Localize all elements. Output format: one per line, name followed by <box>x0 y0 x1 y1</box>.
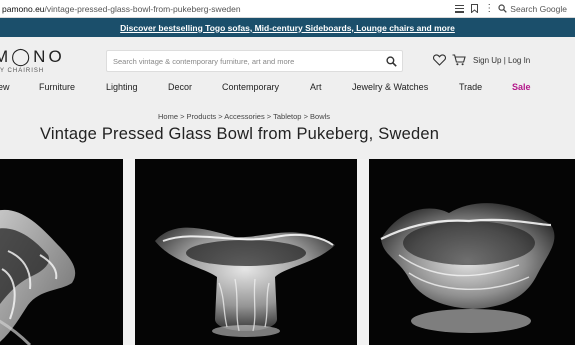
site-logo[interactable]: M◯NO <box>0 47 65 67</box>
page-title: Vintage Pressed Glass Bowl from Pukeberg… <box>40 125 440 143</box>
heart-icon[interactable] <box>433 54 446 66</box>
main-nav: ew Furniture Lighting Decor Contemporary… <box>0 77 575 99</box>
search-icon[interactable] <box>386 56 397 67</box>
product-photo-2[interactable] <box>135 159 357 345</box>
site-search <box>106 50 403 72</box>
reader-menu-icon[interactable] <box>455 4 465 13</box>
bookmark-icon[interactable] <box>471 4 479 13</box>
nav-item-sale[interactable]: Sale <box>512 82 531 92</box>
product-photo-3[interactable] <box>369 159 575 345</box>
product-photo-1[interactable] <box>0 159 123 345</box>
nav-item-trade[interactable]: Trade <box>459 82 482 92</box>
nav-item-new[interactable]: ew <box>0 82 10 92</box>
url-field[interactable]: pamono.eu/vintage-pressed-glass-bowl-fro… <box>0 4 455 14</box>
url-domain: pamono.eu <box>2 3 45 14</box>
more-options-icon[interactable]: ⋮ <box>484 3 494 13</box>
auth-links: Sign Up | Log In <box>473 56 530 65</box>
browser-search[interactable]: Search Google <box>498 4 567 14</box>
logo-subtitle: Y CHAIRISH <box>0 68 45 74</box>
log-in-link[interactable]: Log In <box>508 56 530 65</box>
browser-address-bar: pamono.eu/vintage-pressed-glass-bowl-fro… <box>0 0 575 18</box>
breadcrumb[interactable]: Home > Products > Accessories > Tabletop… <box>158 112 330 121</box>
promo-link[interactable]: Discover bestselling Togo sofas, Mid-cen… <box>120 23 455 33</box>
url-path: /vintage-pressed-glass-bowl-from-pukeber… <box>44 3 241 14</box>
nav-item-decor[interactable]: Decor <box>168 82 192 92</box>
nav-item-jewelry-watches[interactable]: Jewelry & Watches <box>352 82 428 92</box>
site-search-input[interactable] <box>107 51 377 72</box>
nav-item-art[interactable]: Art <box>310 82 322 92</box>
nav-item-lighting[interactable]: Lighting <box>106 82 138 92</box>
nav-item-furniture[interactable]: Furniture <box>39 82 75 92</box>
product-heading: Home > Products > Accessories > Tabletop… <box>0 99 575 159</box>
product-gallery <box>0 159 575 345</box>
promo-banner: Discover bestselling Togo sofas, Mid-cen… <box>0 18 575 37</box>
browser-search-placeholder: Search Google <box>510 3 567 14</box>
sign-up-link[interactable]: Sign Up <box>473 56 501 65</box>
auth-separator: | <box>503 56 506 65</box>
nav-item-contemporary[interactable]: Contemporary <box>222 82 279 92</box>
search-icon <box>498 4 508 13</box>
cart-icon[interactable] <box>452 54 466 66</box>
